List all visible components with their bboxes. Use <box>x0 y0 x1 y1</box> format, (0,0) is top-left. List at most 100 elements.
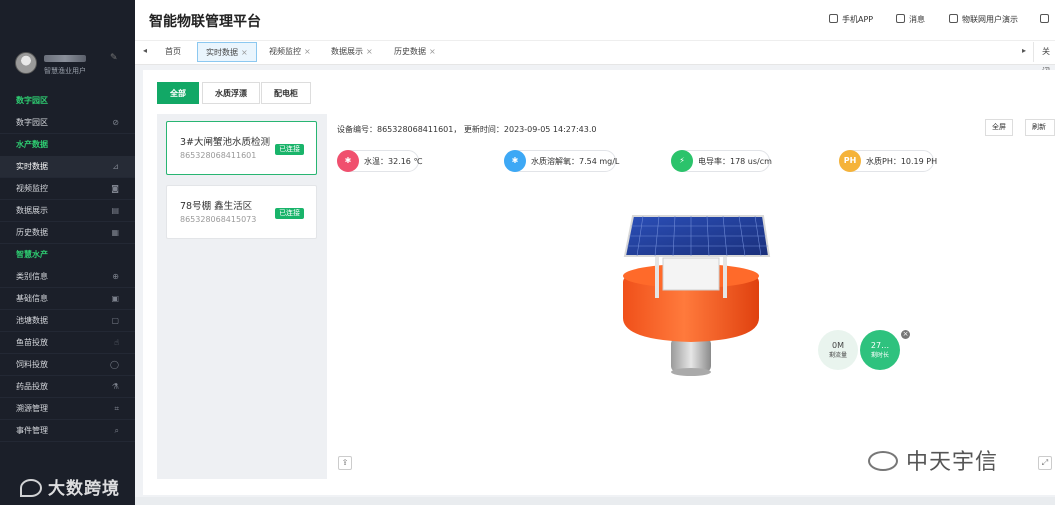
tab-history-data[interactable]: 历史数据 × <box>386 42 444 62</box>
flow-remaining-circle: 0M 剩流量 <box>818 330 858 370</box>
sidebar-item-traceability[interactable]: 溯源管理 ⌗ <box>0 398 135 420</box>
tab-close-icon[interactable]: × <box>366 47 373 56</box>
tab-home[interactable]: 首页 <box>157 42 189 62</box>
tab-bar: ◂ 首页 实时数据× 视频监控× 数据展示× 历史数据× ▸ 关闭 <box>135 40 1055 76</box>
watermark-text: 大数跨境 <box>48 479 120 499</box>
flow-label: 剩流量 <box>828 352 847 359</box>
device-card[interactable]: 3#大闸蟹池水质检测 865328068411601 已连接 <box>166 121 317 175</box>
circle-plus-icon: ⊕ <box>112 272 119 281</box>
tab-video-monitor[interactable]: 视频监控 × <box>261 42 319 62</box>
close-icon[interactable]: × <box>901 330 910 339</box>
more-link[interactable] <box>1040 14 1053 24</box>
grid-icon: ▢ <box>111 316 119 325</box>
sidebar-item-pond-data[interactable]: 池塘数据 ▢ <box>0 310 135 332</box>
sidebar-item-basic-info[interactable]: 基础信息 ▣ <box>0 288 135 310</box>
user-role: 智慧渔业用户 <box>44 67 86 75</box>
page-title: 智能物联管理平台 <box>149 14 261 30</box>
sidebar-item-event-manage[interactable]: 事件管理 ⌕ <box>0 420 135 442</box>
iot-demo-label: 物联网用户演示 <box>962 15 1018 24</box>
sidebar-item-data-display[interactable]: 数据展示 ▤ <box>0 200 135 222</box>
sidebar-item-label: 数字园区 <box>16 118 48 127</box>
sidebar-item-label: 饲料投放 <box>16 360 48 369</box>
buoy-device-image <box>623 215 771 376</box>
tab-label: 视频监控 <box>269 47 301 56</box>
fullscreen-button[interactable]: 全屏 <box>985 119 1013 136</box>
thumb-icon: ☝ <box>114 338 119 347</box>
flask-icon: ⚗ <box>111 382 119 391</box>
metric-label: 水温：32.16 ℃ <box>364 157 423 166</box>
close-tabs-button[interactable]: 关闭 <box>1033 42 1055 76</box>
sidebar-item-realtime-data[interactable]: 实时数据 ⊿ <box>0 156 135 178</box>
time-label: 剩时长 <box>870 352 889 359</box>
tab-close-icon[interactable]: × <box>304 47 311 56</box>
messages-link[interactable]: 消息 <box>896 14 925 25</box>
sidebar-item-category-info[interactable]: 类别信息 ⊕ <box>0 266 135 288</box>
tab-label: 数据展示 <box>331 47 363 56</box>
tab-close-icon[interactable]: × <box>429 47 436 56</box>
refresh-button[interactable]: 刷新 <box>1025 119 1055 136</box>
watermark-right: 中天宇信 <box>868 444 998 476</box>
device-id: 865328068411601 <box>180 151 257 160</box>
user-panel: 智慧渔业用户 ✎ <box>0 0 135 90</box>
mobile-app-link[interactable]: 手机APP <box>829 14 873 25</box>
sidebar-item-fry-release[interactable]: 鱼苗投放 ☝ <box>0 332 135 354</box>
watermark-right-text: 中天宇信 <box>906 450 999 475</box>
history-icon: ▦ <box>111 228 119 237</box>
device-card[interactable]: 78号棚 鑫生活区 865328068415073 已连接 <box>166 185 317 239</box>
sidebar-item-label: 药品投放 <box>16 382 48 391</box>
device-id: 865328068415073 <box>180 215 257 224</box>
device-name: 3#大闸蟹池水质检测 <box>180 137 271 148</box>
sidebar-item-label: 事件管理 <box>16 426 48 435</box>
main-content: 全部 水质浮漂 配电柜 3#大闸蟹池水质检测 865328068411601 已… <box>143 70 1055 495</box>
nav-section-smart-aquaculture[interactable]: 智慧水产 <box>0 244 135 266</box>
lightning-icon: ⚡ <box>671 150 693 172</box>
metric-water-temp: ✱ 水温：32.16 ℃ <box>337 150 423 172</box>
compass-icon: ⊘ <box>112 118 119 127</box>
metric-conductivity: ⚡ 电导率：178 us/cm <box>671 150 772 172</box>
tab-scroll-left-icon[interactable]: ◂ <box>143 46 147 55</box>
thermometer-icon: ✱ <box>337 150 359 172</box>
nav-section-digital-park[interactable]: 数字园区 <box>0 90 135 112</box>
sidebar-item-label: 实时数据 <box>16 162 48 171</box>
sidebar-item-video-monitor[interactable]: 视频监控 ◙ <box>0 178 135 200</box>
status-badge: 已连接 <box>275 208 304 219</box>
metric-dissolved-oxygen: ✱ 水质溶解氧：7.54 mg/L <box>504 150 620 172</box>
filter-cabinet-button[interactable]: 配电柜 <box>261 82 311 104</box>
sidebar-item-label: 基础信息 <box>16 294 48 303</box>
edit-icon[interactable]: ✎ <box>110 53 118 63</box>
tab-close-icon[interactable]: × <box>241 48 248 57</box>
filter-all-button[interactable]: 全部 <box>157 82 199 104</box>
tab-scroll-right-icon[interactable]: ▸ <box>1022 46 1026 55</box>
doc-icon: ▣ <box>111 294 119 303</box>
sidebar-item-label: 鱼苗投放 <box>16 338 48 347</box>
metric-label: 水质溶解氧：7.54 mg/L <box>531 157 620 166</box>
sidebar: 智慧渔业用户 ✎ 数字园区 数字园区 ⊘ 水产数据 实时数据 ⊿ 视频监控 ◙ … <box>0 0 135 505</box>
sidebar-item-history-data[interactable]: 历史数据 ▦ <box>0 222 135 244</box>
sidebar-item-label: 溯源管理 <box>16 404 48 413</box>
sidebar-item-feed-release[interactable]: 饲料投放 ◯ <box>0 354 135 376</box>
sidebar-item-label: 池塘数据 <box>16 316 48 325</box>
bottom-strip <box>135 497 1055 505</box>
filter-float-button[interactable]: 水质浮漂 <box>202 82 260 104</box>
export-icon[interactable]: ⇪ <box>338 456 352 470</box>
sidebar-item-label: 数据展示 <box>16 206 48 215</box>
device-list: 3#大闸蟹池水质检测 865328068411601 已连接 78号棚 鑫生活区… <box>157 114 327 479</box>
camera-icon: ◙ <box>111 184 119 193</box>
sidebar-item-label: 视频监控 <box>16 184 48 193</box>
iot-demo-link[interactable]: 物联网用户演示 <box>949 14 1018 25</box>
sidebar-item-digital-park[interactable]: 数字园区 ⊘ <box>0 112 135 134</box>
expand-icon[interactable]: ⤢ <box>1038 456 1052 470</box>
messages-label: 消息 <box>909 15 925 24</box>
brand-logo-icon <box>20 479 42 497</box>
table-icon: ▤ <box>111 206 119 215</box>
tab-data-display[interactable]: 数据展示 × <box>323 42 381 62</box>
sidebar-item-label: 历史数据 <box>16 228 48 237</box>
time-remaining-circle: 27… 剩时长 <box>860 330 900 370</box>
circle-icon: ◯ <box>110 360 119 369</box>
tab-realtime-data[interactable]: 实时数据 × <box>197 42 257 62</box>
avatar[interactable] <box>15 52 37 74</box>
chart-icon: ⊿ <box>112 162 119 171</box>
sidebar-item-drug-release[interactable]: 药品投放 ⚗ <box>0 376 135 398</box>
nav-section-aquatic-data[interactable]: 水产数据 <box>0 134 135 156</box>
wechat-icon <box>868 451 898 471</box>
